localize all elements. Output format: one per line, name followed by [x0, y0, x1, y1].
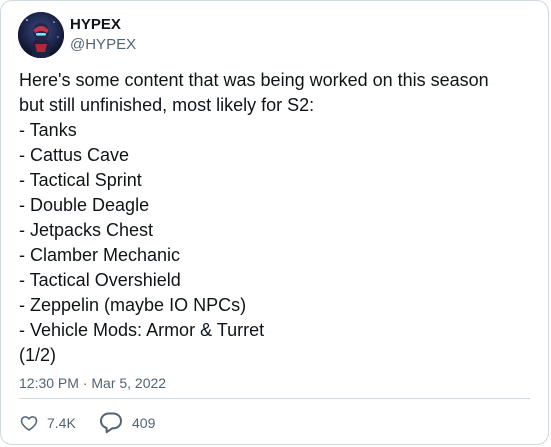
reply-button[interactable]: 409	[98, 410, 155, 436]
tweet-card[interactable]: HYPEX @HYPEX Here's some content that wa…	[0, 0, 549, 445]
author-handle[interactable]: @HYPEX	[70, 35, 136, 55]
heart-icon	[19, 413, 39, 433]
avatar[interactable]	[18, 12, 64, 58]
reply-bubble-icon	[98, 410, 124, 436]
like-count: 7.4K	[47, 415, 76, 431]
tweet-text: Here's some content that was being worke…	[19, 70, 489, 365]
like-button[interactable]: 7.4K	[19, 410, 76, 436]
reply-count: 409	[132, 415, 156, 431]
divider	[19, 398, 530, 399]
avatar-image	[18, 12, 64, 58]
tweet-timestamp[interactable]: 12:30 PM · Mar 5, 2022	[19, 373, 166, 393]
author-name[interactable]: HYPEX	[70, 15, 121, 35]
